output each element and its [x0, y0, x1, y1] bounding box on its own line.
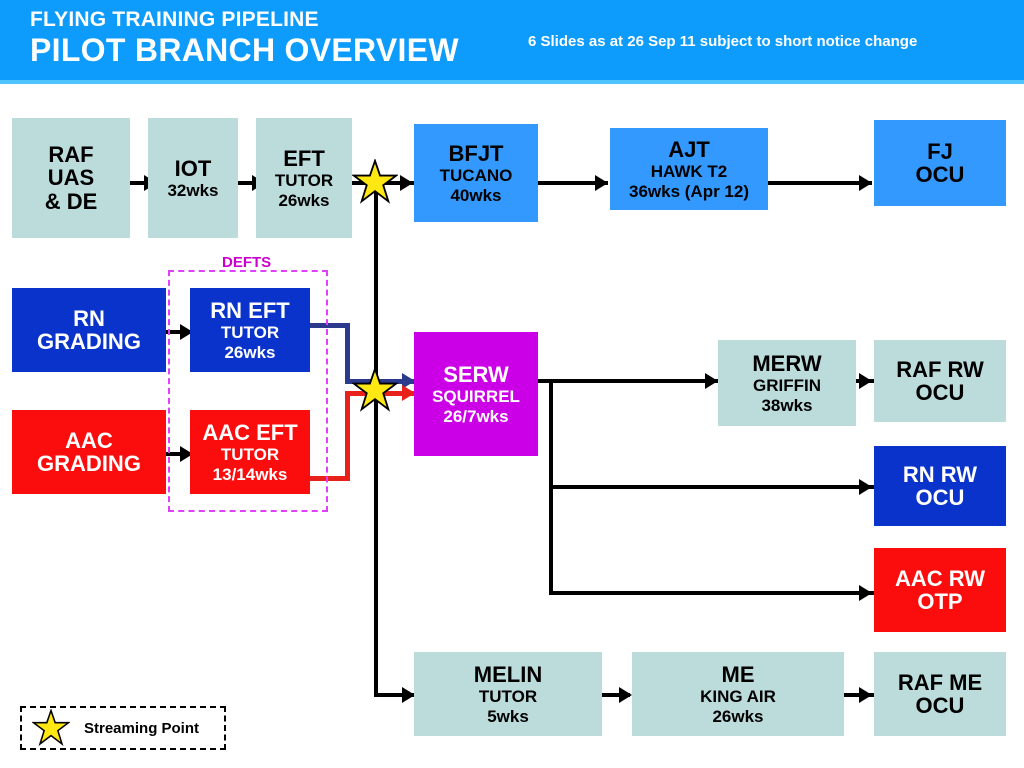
- node-rn-rw-ocu[interactable]: RN RW OCU: [874, 446, 1006, 526]
- streaming-point-fixed-wing[interactable]: [351, 158, 399, 210]
- node-iot-line2: 32wks: [167, 180, 219, 200]
- node-merw-line1: MERW: [752, 350, 822, 376]
- node-eft[interactable]: EFT TUTOR 26wks: [256, 118, 352, 238]
- node-eft-line2: TUTOR: [274, 170, 334, 190]
- node-iot[interactable]: IOT 32wks: [148, 118, 238, 238]
- connector-ajt-to-fjocu: [768, 181, 872, 185]
- defts-group-label: DEFTS: [222, 254, 272, 271]
- star-icon: [32, 709, 70, 747]
- node-fj-ocu-line2: OCU: [915, 162, 965, 187]
- arrowhead-eft-to-bfjt: [400, 175, 413, 191]
- connector-main-trunk: [374, 183, 378, 695]
- node-fj-ocu[interactable]: FJ OCU: [874, 120, 1006, 206]
- node-rn-grading-line2: GRADING: [37, 329, 141, 354]
- node-melin-line3: 5wks: [487, 706, 529, 726]
- node-rn-eft-line3: 26wks: [224, 342, 276, 362]
- connector-serw-to-rnrwocu: [549, 485, 874, 489]
- slide-canvas: FLYING TRAINING PIPELINE PILOT BRANCH OV…: [0, 0, 1024, 768]
- node-bfjt-line2: TUCANO: [439, 165, 513, 185]
- arrowhead-serw-to-aacrwotp: [859, 585, 872, 601]
- node-aac-eft-line2: TUTOR: [220, 444, 280, 464]
- node-raf-uas-de-line2: UAS: [47, 165, 95, 191]
- node-raf-uas-de-line1: RAF: [48, 142, 94, 168]
- node-aac-rw-otp-line1: AAC RW: [894, 565, 986, 591]
- legend: Streaming Point: [20, 706, 226, 750]
- node-melin-line1: MELIN: [473, 661, 543, 687]
- slide-note: 6 Slides as at 26 Sep 11 subject to shor…: [528, 33, 918, 50]
- connector-serw-to-merw: [538, 379, 718, 383]
- node-raf-me-ocu-line1: RAF ME: [897, 669, 983, 695]
- node-aac-rw-otp-line2: OTP: [917, 589, 963, 614]
- node-aac-eft[interactable]: AAC EFT TUTOR 13/14wks: [190, 410, 310, 494]
- node-aac-rw-otp[interactable]: AAC RW OTP: [874, 548, 1006, 632]
- node-aac-grading[interactable]: AAC GRADING: [12, 410, 166, 494]
- node-bfjt[interactable]: BFJT TUCANO 40wks: [414, 124, 538, 222]
- node-rn-eft-line1: RN EFT: [210, 297, 290, 323]
- node-aac-grading-line1: AAC: [65, 427, 113, 453]
- node-ajt[interactable]: AJT HAWK T2 36wks (Apr 12): [610, 128, 768, 210]
- node-ajt-line2: HAWK T2: [650, 161, 728, 181]
- node-ajt-line1: AJT: [668, 136, 710, 162]
- streaming-point-rotary-wing[interactable]: [351, 366, 399, 418]
- node-rn-eft-line2: TUTOR: [220, 322, 280, 342]
- node-serw-line3: 26/7wks: [443, 406, 509, 426]
- node-bfjt-line1: BFJT: [448, 140, 504, 166]
- node-raf-me-ocu-line2: OCU: [915, 693, 965, 718]
- node-raf-me-ocu[interactable]: RAF ME OCU: [874, 652, 1006, 736]
- title-bar: FLYING TRAINING PIPELINE PILOT BRANCH OV…: [0, 0, 1024, 84]
- node-raf-uas-de-line3: & DE: [44, 188, 98, 214]
- connector-serw-to-aacrwotp: [549, 591, 874, 595]
- node-eft-line1: EFT: [283, 145, 325, 171]
- node-aac-eft-line3: 13/14wks: [212, 464, 288, 484]
- node-serw-line1: SERW: [443, 361, 509, 387]
- title-line-1: FLYING TRAINING PIPELINE: [30, 8, 319, 31]
- node-rn-rw-ocu-line2: OCU: [915, 485, 965, 510]
- arrowhead-ajt-to-fjocu: [859, 175, 872, 191]
- node-raf-rw-ocu-line1: RAF RW: [896, 356, 984, 382]
- title-bar-underline: [0, 80, 1024, 84]
- node-aac-grading-line2: GRADING: [37, 451, 141, 476]
- node-rn-grading-line1: RN: [73, 305, 105, 331]
- node-raf-uas-de[interactable]: RAF UAS & DE: [12, 118, 130, 238]
- node-me-line2: KING AIR: [700, 686, 776, 706]
- node-melin[interactable]: MELIN TUTOR 5wks: [414, 652, 602, 736]
- node-ajt-line3: 36wks (Apr 12): [629, 181, 749, 201]
- node-rn-eft[interactable]: RN EFT TUTOR 26wks: [190, 288, 310, 372]
- node-rn-grading[interactable]: RN GRADING: [12, 288, 166, 372]
- node-serw-line2: SQUIRREL: [432, 386, 520, 406]
- node-eft-line3: 26wks: [278, 190, 330, 210]
- arrowhead-me-to-rafmeocu: [859, 687, 872, 703]
- node-merw-line3: 38wks: [761, 395, 813, 415]
- connector-aaceft-red-up: [345, 391, 350, 481]
- node-iot-line1: IOT: [174, 155, 212, 181]
- node-aac-eft-line1: AAC EFT: [202, 419, 298, 445]
- node-fj-ocu-line1: FJ: [927, 138, 953, 164]
- node-merw[interactable]: MERW GRIFFIN 38wks: [718, 340, 856, 426]
- arrowhead-bfjt-to-ajt: [595, 175, 608, 191]
- connector-rneft-navy-down: [345, 323, 350, 383]
- node-me[interactable]: ME KING AIR 26wks: [632, 652, 844, 736]
- node-raf-rw-ocu-line2: OCU: [915, 380, 965, 405]
- arrowhead-melin-to-me: [619, 687, 632, 703]
- page-title: PILOT BRANCH OVERVIEW: [30, 32, 459, 68]
- node-rn-rw-ocu-line1: RN RW: [902, 461, 978, 487]
- arrowhead-merw-to-rafrwocu: [859, 373, 872, 389]
- node-me-line3: 26wks: [712, 706, 764, 726]
- node-me-line1: ME: [721, 661, 755, 687]
- node-serw[interactable]: SERW SQUIRREL 26/7wks: [414, 332, 538, 456]
- arrowhead-serw-to-merw: [705, 373, 718, 389]
- node-bfjt-line3: 40wks: [450, 185, 502, 205]
- node-melin-line2: TUTOR: [478, 686, 538, 706]
- arrowhead-serw-to-rnrwocu: [859, 479, 872, 495]
- node-raf-rw-ocu[interactable]: RAF RW OCU: [874, 340, 1006, 422]
- legend-label: Streaming Point: [84, 719, 200, 737]
- node-merw-line2: GRIFFIN: [753, 375, 821, 395]
